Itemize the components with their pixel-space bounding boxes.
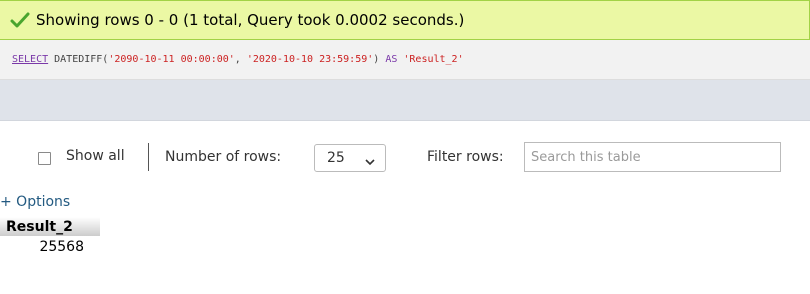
- number-of-rows-label: Number of rows:: [165, 149, 282, 165]
- rows-per-page-value: 25: [327, 150, 345, 166]
- success-text: Showing rows 0 - 0 (1 total, Query took …: [36, 11, 465, 29]
- query-toolbar-bar: [0, 80, 810, 121]
- table-cell: 25568: [39, 239, 84, 255]
- options-link[interactable]: + Options: [0, 194, 70, 210]
- sql-arg-1: '2090-10-11 00:00:00': [108, 54, 235, 65]
- sql-alias: 'Result_2': [397, 54, 464, 65]
- show-all-label[interactable]: Show all: [66, 148, 125, 164]
- chevron-down-icon: [365, 154, 375, 170]
- sql-select-keyword[interactable]: SELECT: [12, 54, 48, 65]
- filter-rows-label: Filter rows:: [427, 149, 504, 165]
- checkmark-icon: [10, 11, 32, 29]
- nav-divider: [148, 143, 149, 171]
- show-all-checkbox[interactable]: [38, 152, 51, 165]
- sql-function: DATEDIFF(: [48, 54, 109, 65]
- rows-per-page-select[interactable]: 25: [314, 144, 386, 172]
- table-navigation: Show all Number of rows: 25 Filter rows:: [0, 141, 810, 175]
- success-message: Showing rows 0 - 0 (1 total, Query took …: [0, 0, 810, 40]
- sql-separator: ,: [234, 54, 247, 65]
- sql-arg-2: '2020-10-10 23:59:59': [246, 54, 374, 65]
- sql-as-keyword: AS: [385, 54, 398, 65]
- table-row: 25568: [0, 236, 100, 258]
- results-table: Result_2 25568: [0, 217, 100, 258]
- sql-close: ): [373, 54, 386, 65]
- sql-query-display: SELECT DATEDIFF('2090-10-11 00:00:00', '…: [0, 40, 810, 80]
- filter-rows-input[interactable]: [524, 142, 781, 172]
- column-header-result-2[interactable]: Result_2: [0, 217, 100, 236]
